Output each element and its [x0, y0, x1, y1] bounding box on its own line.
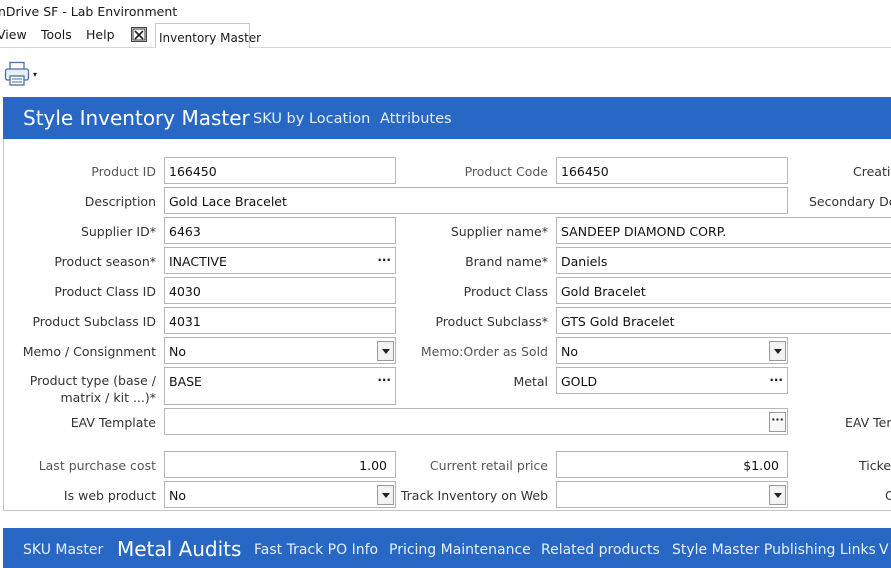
metal-lookup-icon[interactable]: ··· — [769, 373, 783, 387]
memo-consignment-label: Memo / Consignment — [22, 344, 156, 359]
tab-inventory-master[interactable]: Inventory Master — [155, 23, 261, 48]
supplier-name-field[interactable]: SANDEEP DIAMOND CORP. — [556, 217, 891, 244]
eav-template-field[interactable]: ··· — [164, 408, 788, 435]
tab-style-inventory-master[interactable]: Style Inventory Master — [23, 106, 250, 130]
tab-sku-master[interactable]: SKU Master — [23, 542, 103, 558]
product-id-value: 166450 — [169, 164, 217, 179]
metal-label: Metal — [513, 374, 548, 389]
tab-sku-by-location[interactable]: SKU by Location — [253, 111, 370, 127]
product-code-field[interactable]: 166450 — [556, 157, 788, 184]
product-type-lookup-icon[interactable]: ··· — [377, 373, 391, 387]
eav-template-right-label: EAV Tem — [845, 415, 891, 430]
current-retail-price-field[interactable]: $1.00 — [556, 451, 788, 478]
product-subclass-value: GTS Gold Bracelet — [561, 314, 675, 329]
memo-order-as-sold-value: No — [561, 344, 578, 359]
top-tab-strip: Style Inventory Master SKU by Location A… — [3, 97, 891, 139]
tab-inventory-master-label: Inventory Master — [159, 31, 262, 45]
product-class-value: Gold Bracelet — [561, 284, 646, 299]
metal-field[interactable]: GOLD ··· — [556, 367, 788, 394]
product-class-label: Product Class — [463, 284, 548, 299]
eav-template-lookup-icon[interactable]: ··· — [769, 412, 786, 432]
menu-view[interactable]: View — [0, 27, 27, 42]
last-purchase-cost-field[interactable]: 1.00 — [164, 451, 396, 478]
memo-consignment-select[interactable]: No — [164, 337, 396, 364]
tab-more[interactable]: V — [879, 542, 889, 558]
product-season-value: INACTIVE — [169, 254, 227, 269]
product-subclass-field[interactable]: GTS Gold Bracelet — [556, 307, 891, 334]
window-title: nDrive SF - Lab Environment — [0, 4, 178, 19]
close-document-icon[interactable] — [131, 27, 147, 42]
supplier-id-label: Supplier ID* — [80, 224, 156, 239]
current-retail-price-label: Current retail price — [429, 458, 548, 473]
creation-label: Creatio — [853, 164, 891, 179]
menu-help[interactable]: Help — [86, 27, 115, 42]
product-type-label-line2: matrix / kit ...)* — [60, 390, 156, 405]
is-web-product-label: Is web product — [63, 488, 156, 503]
supplier-name-value: SANDEEP DIAMOND CORP. — [561, 224, 727, 239]
is-web-product-value: No — [169, 488, 186, 503]
product-class-id-label: Product Class ID — [54, 284, 156, 299]
product-season-field[interactable]: INACTIVE ··· — [164, 247, 396, 274]
product-subclass-id-field[interactable]: 4031 — [164, 307, 396, 334]
print-icon[interactable] — [4, 61, 32, 87]
tab-metal-audits[interactable]: Metal Audits — [117, 537, 241, 561]
last-purchase-cost-label: Last purchase cost — [38, 458, 156, 473]
chevron-down-icon[interactable] — [377, 341, 394, 361]
supplier-id-field[interactable]: 6463 — [164, 217, 396, 244]
product-id-field[interactable]: 166450 — [164, 157, 396, 184]
product-code-value: 166450 — [561, 164, 609, 179]
eav-template-label: EAV Template — [70, 415, 156, 430]
metal-value: GOLD — [561, 374, 598, 389]
menu-bar: View Tools Help Inventory Master — [0, 22, 891, 48]
description-label: Description — [84, 194, 156, 209]
product-subclass-label: Product Subclass* — [435, 314, 548, 329]
description-value: Gold Lace Bracelet — [169, 194, 287, 209]
tab-pricing-maintenance[interactable]: Pricing Maintenance — [389, 542, 531, 558]
tab-attributes[interactable]: Attributes — [380, 111, 452, 127]
product-class-id-field[interactable]: 4030 — [164, 277, 396, 304]
product-season-label: Product season* — [54, 254, 156, 269]
print-dropdown-icon[interactable]: ▾ — [33, 70, 37, 79]
memo-consignment-value: No — [169, 344, 186, 359]
product-type-label-line1: Product type (base / — [29, 373, 156, 388]
product-code-label: Product Code — [464, 164, 548, 179]
tab-related-products[interactable]: Related products — [541, 542, 660, 558]
last-purchase-cost-value: 1.00 — [359, 458, 387, 473]
bottom-tab-strip: SKU Master Metal Audits Fast Track PO In… — [3, 528, 891, 568]
product-season-lookup-icon[interactable]: ··· — [377, 253, 391, 267]
supplier-name-label: Supplier name* — [450, 224, 548, 239]
track-inventory-web-select[interactable] — [556, 481, 788, 508]
brand-name-field[interactable]: Daniels — [556, 247, 891, 274]
is-web-product-select[interactable]: No — [164, 481, 396, 508]
product-subclass-id-label: Product Subclass ID — [32, 314, 156, 329]
memo-order-as-sold-label: Memo:Order as Sold — [420, 344, 548, 359]
chevron-down-icon[interactable] — [769, 341, 786, 361]
secondary-description-label: Secondary De — [809, 194, 891, 209]
window-titlebar: nDrive SF - Lab Environment — [0, 0, 891, 22]
chevron-down-icon[interactable] — [377, 485, 394, 505]
right-c-label: C — [885, 488, 891, 503]
product-type-field[interactable]: BASE ··· — [164, 367, 396, 405]
product-class-id-value: 4030 — [169, 284, 201, 299]
memo-order-as-sold-select[interactable]: No — [556, 337, 788, 364]
track-inventory-web-label: Track Inventory on Web — [400, 488, 548, 503]
product-subclass-id-value: 4031 — [169, 314, 201, 329]
supplier-id-value: 6463 — [169, 224, 201, 239]
brand-name-value: Daniels — [561, 254, 608, 269]
product-type-value: BASE — [169, 374, 202, 389]
product-class-field[interactable]: Gold Bracelet — [556, 277, 891, 304]
current-retail-price-value: $1.00 — [743, 458, 779, 473]
tab-style-master-publishing-links[interactable]: Style Master Publishing Links — [672, 542, 876, 558]
brand-name-label: Brand name* — [465, 254, 548, 269]
chevron-down-icon[interactable] — [769, 485, 786, 505]
menu-tools[interactable]: Tools — [41, 27, 72, 42]
description-field[interactable]: Gold Lace Bracelet — [164, 187, 788, 214]
tab-fast-track-po-info[interactable]: Fast Track PO Info — [254, 542, 378, 558]
product-id-label: Product ID — [91, 164, 156, 179]
ticket-label: Ticket — [859, 458, 891, 473]
